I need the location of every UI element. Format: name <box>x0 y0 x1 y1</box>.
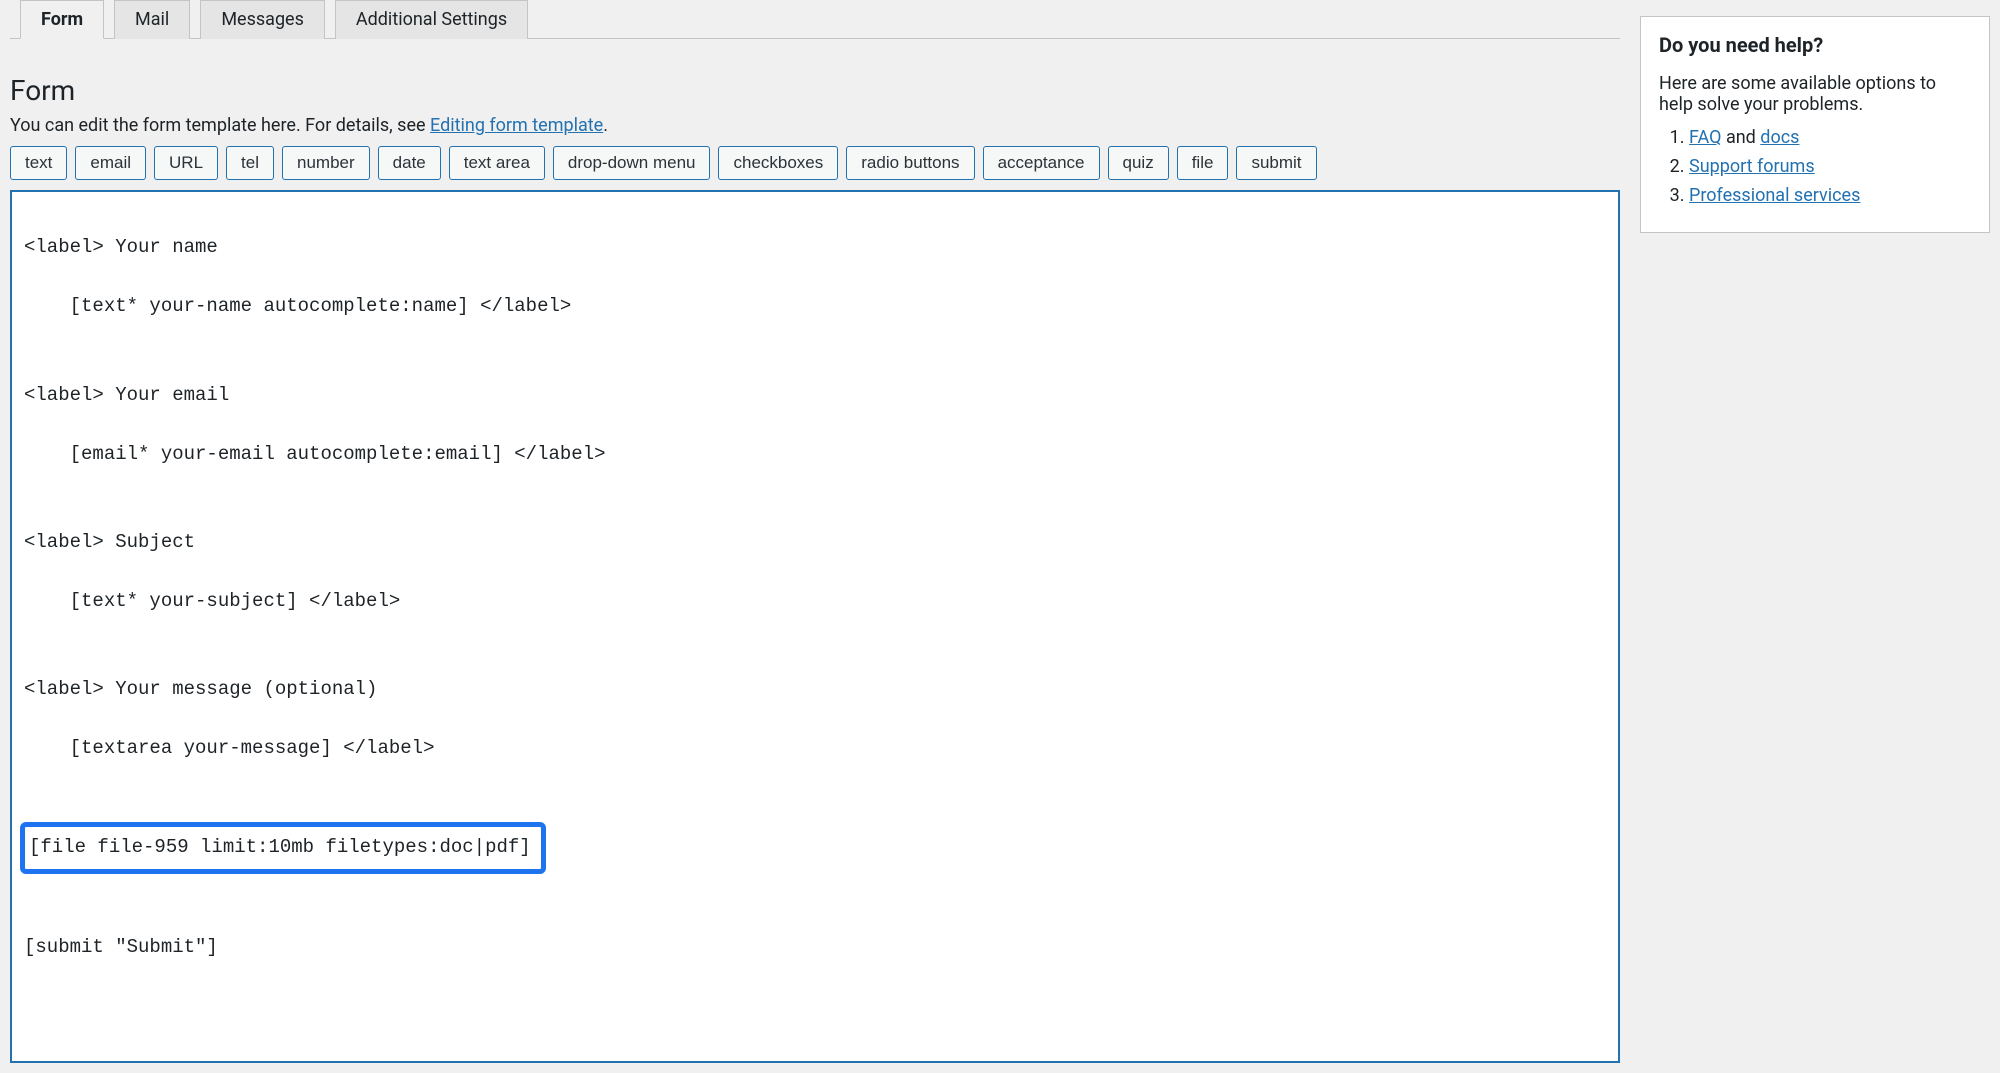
link-professional-services[interactable]: Professional services <box>1689 185 1860 206</box>
tab-form[interactable]: Form <box>20 0 104 39</box>
help-list: FAQ and docs Support forums Professional… <box>1659 127 1971 206</box>
tag-btn-file[interactable]: file <box>1177 146 1229 180</box>
tag-btn-date[interactable]: date <box>378 146 441 180</box>
code-line: [text* your-subject] </label> <box>24 587 1606 616</box>
tag-btn-submit[interactable]: submit <box>1236 146 1316 180</box>
tag-btn-email[interactable]: email <box>75 146 146 180</box>
tag-btn-url[interactable]: URL <box>154 146 218 180</box>
tag-btn-dropdown[interactable]: drop-down menu <box>553 146 711 180</box>
link-editing-form-template[interactable]: Editing form template <box>430 115 603 136</box>
help-item-support-forums: Support forums <box>1689 156 1971 177</box>
tag-btn-textarea[interactable]: text area <box>449 146 545 180</box>
tag-btn-number[interactable]: number <box>282 146 370 180</box>
help-item-professional-services: Professional services <box>1689 185 1971 206</box>
code-line: [submit "Submit"] <box>24 933 1606 962</box>
form-template-editor[interactable]: <label> Your name [text* your-name autoc… <box>10 190 1620 1063</box>
tag-btn-checkboxes[interactable]: checkboxes <box>718 146 838 180</box>
help-title: Do you need help? <box>1659 33 1971 57</box>
panel-form: Form You can edit the form template here… <box>10 38 1620 1063</box>
tag-generator-buttons: text email URL tel number date text area… <box>10 146 1620 180</box>
link-faq[interactable]: FAQ <box>1689 127 1721 148</box>
tag-btn-quiz[interactable]: quiz <box>1108 146 1169 180</box>
tag-btn-radio[interactable]: radio buttons <box>846 146 974 180</box>
section-title: Form <box>10 74 1620 107</box>
tag-btn-acceptance[interactable]: acceptance <box>983 146 1100 180</box>
link-docs[interactable]: docs <box>1760 127 1799 148</box>
code-line-highlighted-file-tag: [file file-959 limit:10mb filetypes:doc|… <box>24 822 1606 873</box>
tag-btn-tel[interactable]: tel <box>226 146 274 180</box>
tab-mail[interactable]: Mail <box>114 0 190 39</box>
code-line: <label> Your message (optional) <box>24 675 1606 704</box>
help-box: Do you need help? Here are some availabl… <box>1640 16 1990 233</box>
section-description: You can edit the form template here. For… <box>10 115 1620 136</box>
tag-btn-text[interactable]: text <box>10 146 67 180</box>
code-line: <label> Your name <box>24 233 1606 262</box>
tabs-bar: Form Mail Messages Additional Settings <box>10 0 1620 39</box>
code-line: [text* your-name autocomplete:name] </la… <box>24 292 1606 321</box>
code-line: <label> Subject <box>24 528 1606 557</box>
code-line: <label> Your email <box>24 381 1606 410</box>
tab-messages[interactable]: Messages <box>200 0 325 39</box>
help-intro: Here are some available options to help … <box>1659 73 1971 115</box>
help-item-faq-docs: FAQ and docs <box>1689 127 1971 148</box>
code-line: [textarea your-message] </label> <box>24 734 1606 763</box>
link-support-forums[interactable]: Support forums <box>1689 156 1815 177</box>
code-line: [email* your-email autocomplete:email] <… <box>24 440 1606 469</box>
highlight-box: [file file-959 limit:10mb filetypes:doc|… <box>20 822 546 873</box>
tab-additional-settings[interactable]: Additional Settings <box>335 0 528 39</box>
